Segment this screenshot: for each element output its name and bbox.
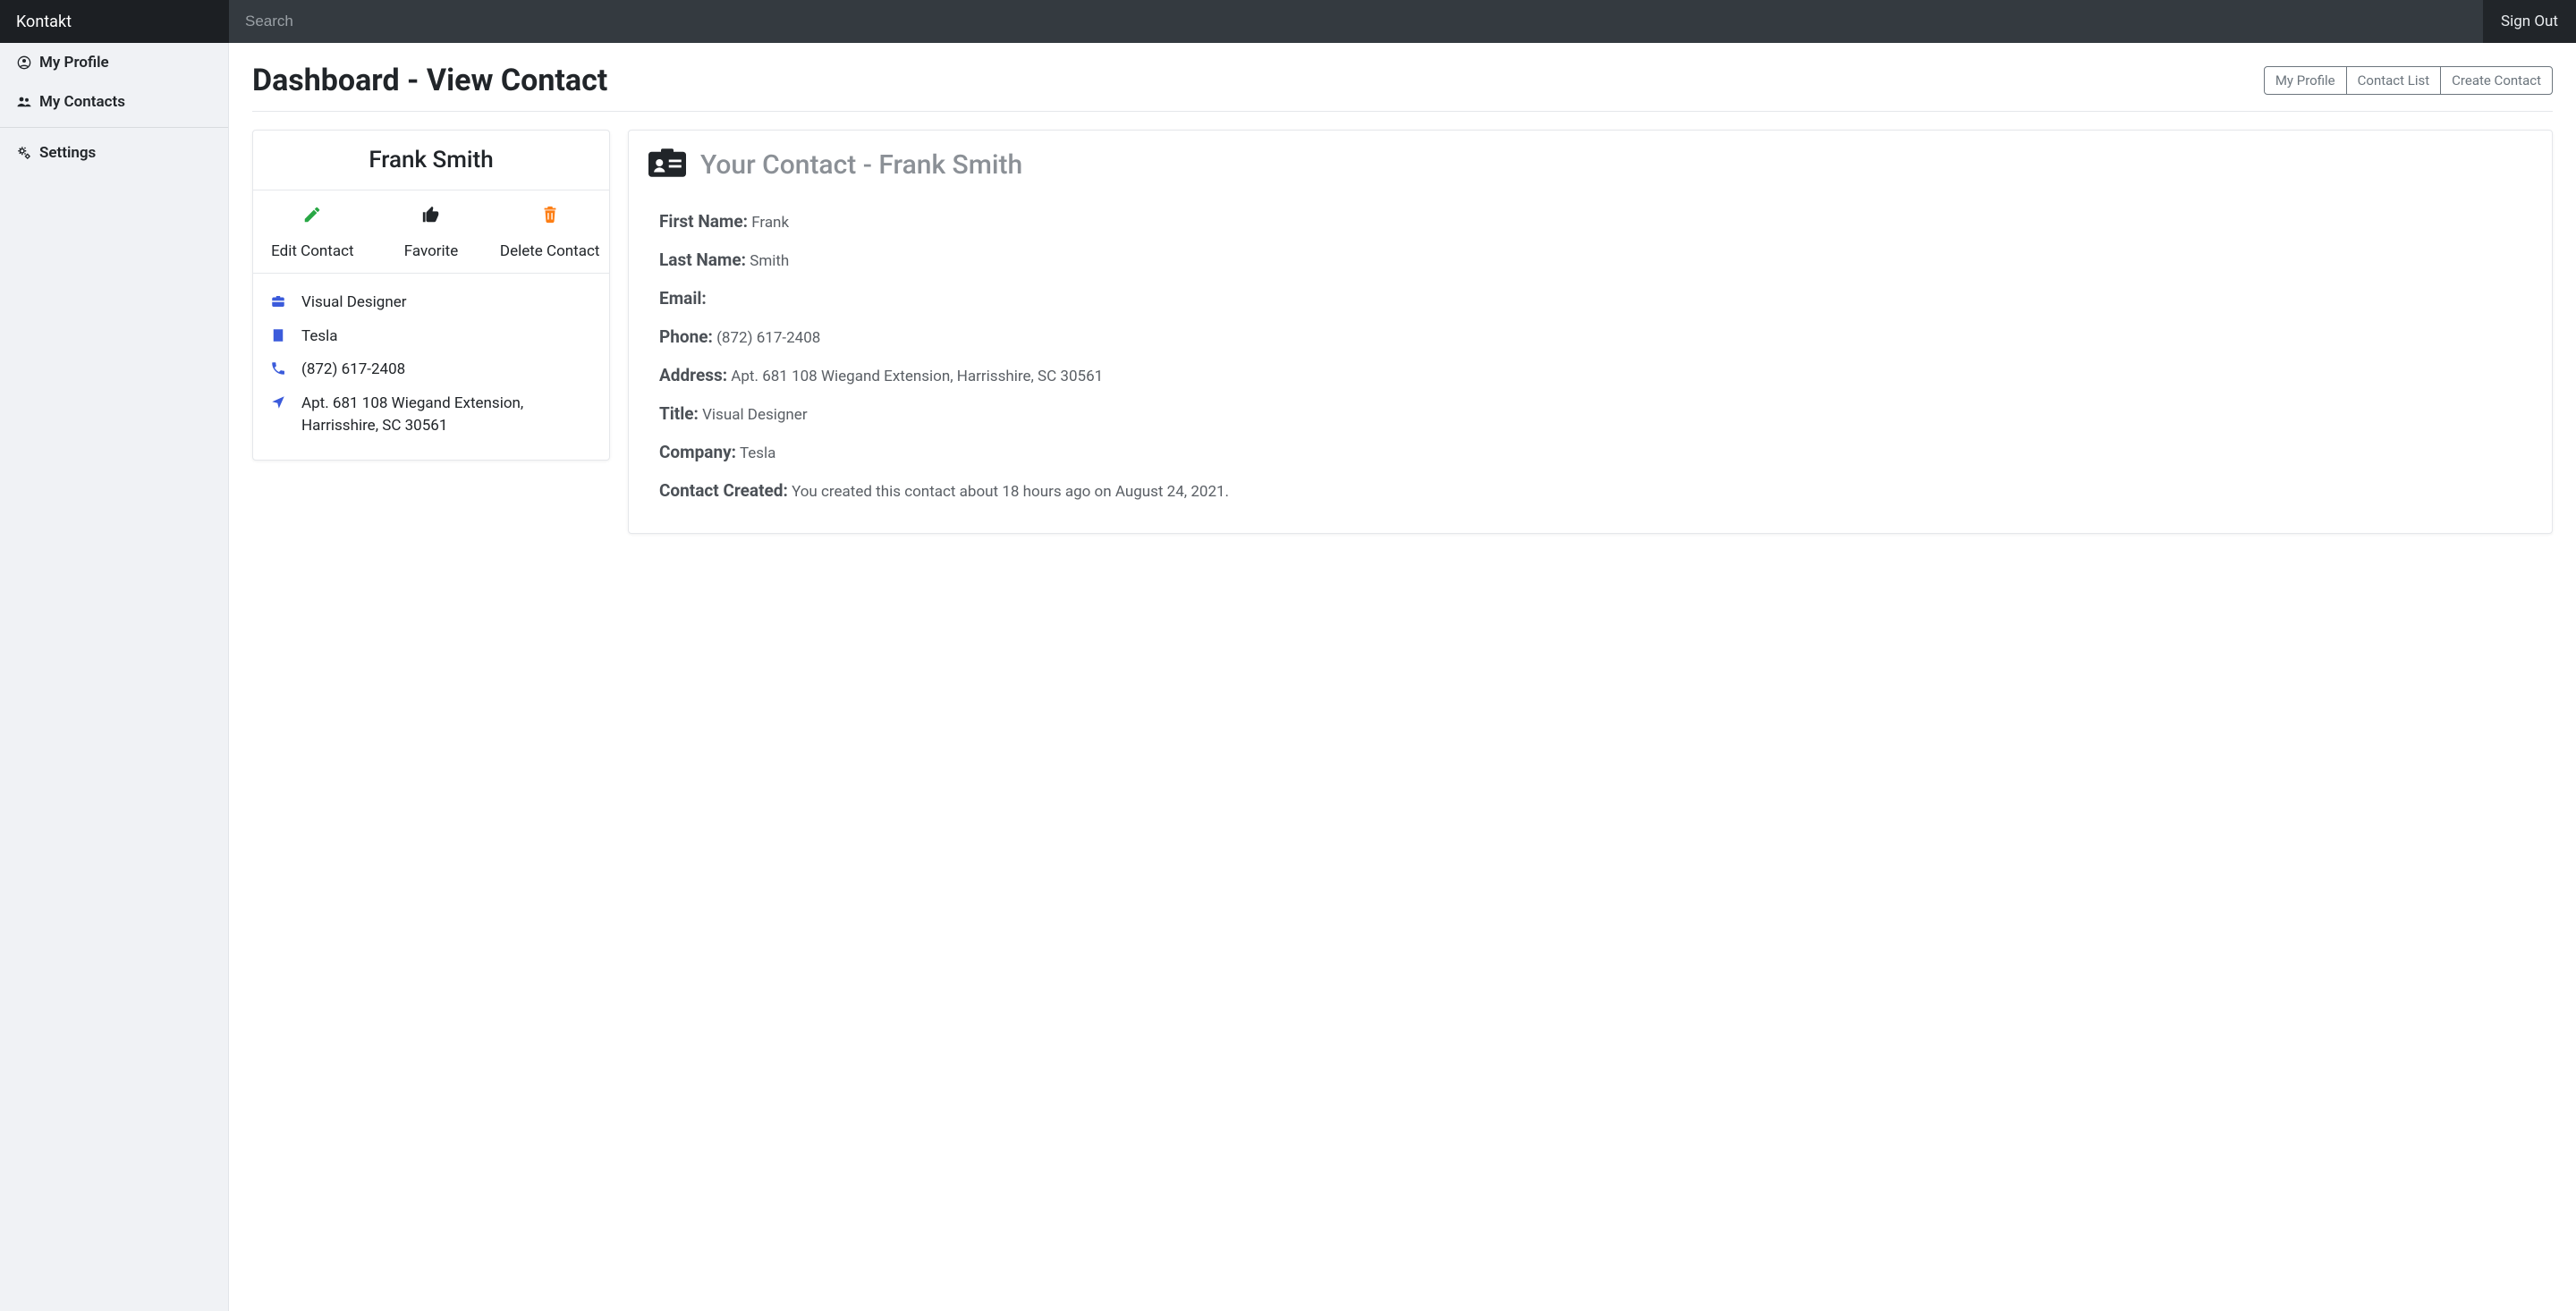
- building-icon: [269, 326, 287, 343]
- sidebar-item-label: My Profile: [39, 54, 109, 72]
- detail-label: Email:: [659, 288, 707, 309]
- detail-last-name: Last Name: Smith: [659, 241, 2521, 279]
- phone-icon: [269, 359, 287, 376]
- users-icon: [16, 94, 32, 110]
- detail-value: Frank: [751, 214, 789, 232]
- trash-icon: [490, 205, 609, 226]
- action-label: Favorite: [404, 242, 459, 260]
- info-value: Visual Designer: [301, 292, 593, 315]
- info-value: Apt. 681 108 Wiegand Extension, Harrissh…: [301, 393, 593, 438]
- detail-value: Smith: [750, 252, 789, 270]
- header-button-my-profile[interactable]: My Profile: [2264, 66, 2347, 95]
- detail-value: Apt. 681 108 Wiegand Extension, Harrissh…: [731, 368, 1103, 385]
- thumbs-up-icon: [372, 205, 491, 226]
- detail-label: Title:: [659, 403, 699, 424]
- main-content: Dashboard - View Contact My Profile Cont…: [229, 43, 2576, 1311]
- detail-address: Address: Apt. 681 108 Wiegand Extension,…: [659, 356, 2521, 394]
- location-arrow-icon: [269, 393, 287, 410]
- details-header: Your Contact - Frank Smith: [648, 147, 2532, 182]
- sidebar-item-label: My Contacts: [39, 93, 125, 111]
- delete-contact-button[interactable]: Delete Contact: [490, 205, 609, 260]
- contact-actions: Edit Contact Favorite Delete Contact: [253, 190, 609, 274]
- detail-value: You created this contact about 18 hours …: [792, 483, 1229, 501]
- edit-contact-button[interactable]: Edit Contact: [253, 205, 372, 260]
- info-address: Apt. 681 108 Wiegand Extension, Harrissh…: [269, 387, 593, 444]
- contact-info-list: Visual Designer Tesla (872) 617-2408: [253, 274, 609, 460]
- info-company: Tesla: [269, 320, 593, 354]
- sign-out-button[interactable]: Sign Out: [2483, 0, 2576, 43]
- info-value: Tesla: [301, 326, 593, 349]
- detail-first-name: First Name: Frank: [659, 202, 2521, 241]
- details-list: First Name: Frank Last Name: Smith Email…: [648, 197, 2532, 512]
- detail-value: Tesla: [740, 444, 776, 462]
- brand[interactable]: Kontakt: [0, 0, 229, 43]
- detail-label: Address:: [659, 365, 727, 385]
- page-title: Dashboard - View Contact: [252, 63, 607, 98]
- header-button-contact-list[interactable]: Contact List: [2346, 66, 2442, 95]
- detail-label: Company:: [659, 442, 736, 462]
- search-input[interactable]: [229, 0, 2483, 43]
- detail-value: Visual Designer: [702, 406, 808, 424]
- topbar: Kontakt Sign Out: [0, 0, 2576, 43]
- header-button-group: My Profile Contact List Create Contact: [2264, 66, 2553, 95]
- sidebar-item-settings[interactable]: Settings: [0, 133, 228, 173]
- contact-details-card: Your Contact - Frank Smith First Name: F…: [628, 130, 2553, 534]
- briefcase-icon: [269, 292, 287, 309]
- user-circle-icon: [16, 55, 32, 70]
- action-label: Delete Contact: [500, 242, 600, 260]
- detail-phone: Phone: (872) 617-2408: [659, 317, 2521, 356]
- sidebar-item-label: Settings: [39, 144, 96, 162]
- pencil-icon: [253, 205, 372, 226]
- sidebar-item-my-contacts[interactable]: My Contacts: [0, 82, 228, 122]
- favorite-contact-button[interactable]: Favorite: [372, 205, 491, 260]
- header-button-create-contact[interactable]: Create Contact: [2440, 66, 2553, 95]
- detail-created: Contact Created: You created this contac…: [659, 471, 2521, 510]
- search-wrap: [229, 0, 2483, 43]
- id-card-icon: [648, 147, 686, 182]
- detail-label: Contact Created:: [659, 480, 788, 501]
- detail-company: Company: Tesla: [659, 433, 2521, 471]
- contact-name: Frank Smith: [253, 131, 609, 190]
- info-phone: (872) 617-2408: [269, 353, 593, 387]
- info-title: Visual Designer: [269, 286, 593, 320]
- detail-label: Phone:: [659, 326, 713, 347]
- detail-value: (872) 617-2408: [716, 329, 820, 347]
- page-header: Dashboard - View Contact My Profile Cont…: [252, 63, 2553, 112]
- contact-summary-card: Frank Smith Edit Contact Favorite: [252, 130, 610, 461]
- sidebar-item-my-profile[interactable]: My Profile: [0, 43, 228, 82]
- detail-label: First Name:: [659, 211, 748, 232]
- detail-title: Title: Visual Designer: [659, 394, 2521, 433]
- details-title: Your Contact - Frank Smith: [700, 149, 1022, 181]
- action-label: Edit Contact: [271, 242, 353, 260]
- gears-icon: [16, 145, 32, 161]
- info-value: (872) 617-2408: [301, 359, 593, 382]
- sidebar: My Profile My Contacts Settings: [0, 43, 229, 1311]
- detail-label: Last Name:: [659, 250, 746, 270]
- detail-email: Email:: [659, 279, 2521, 317]
